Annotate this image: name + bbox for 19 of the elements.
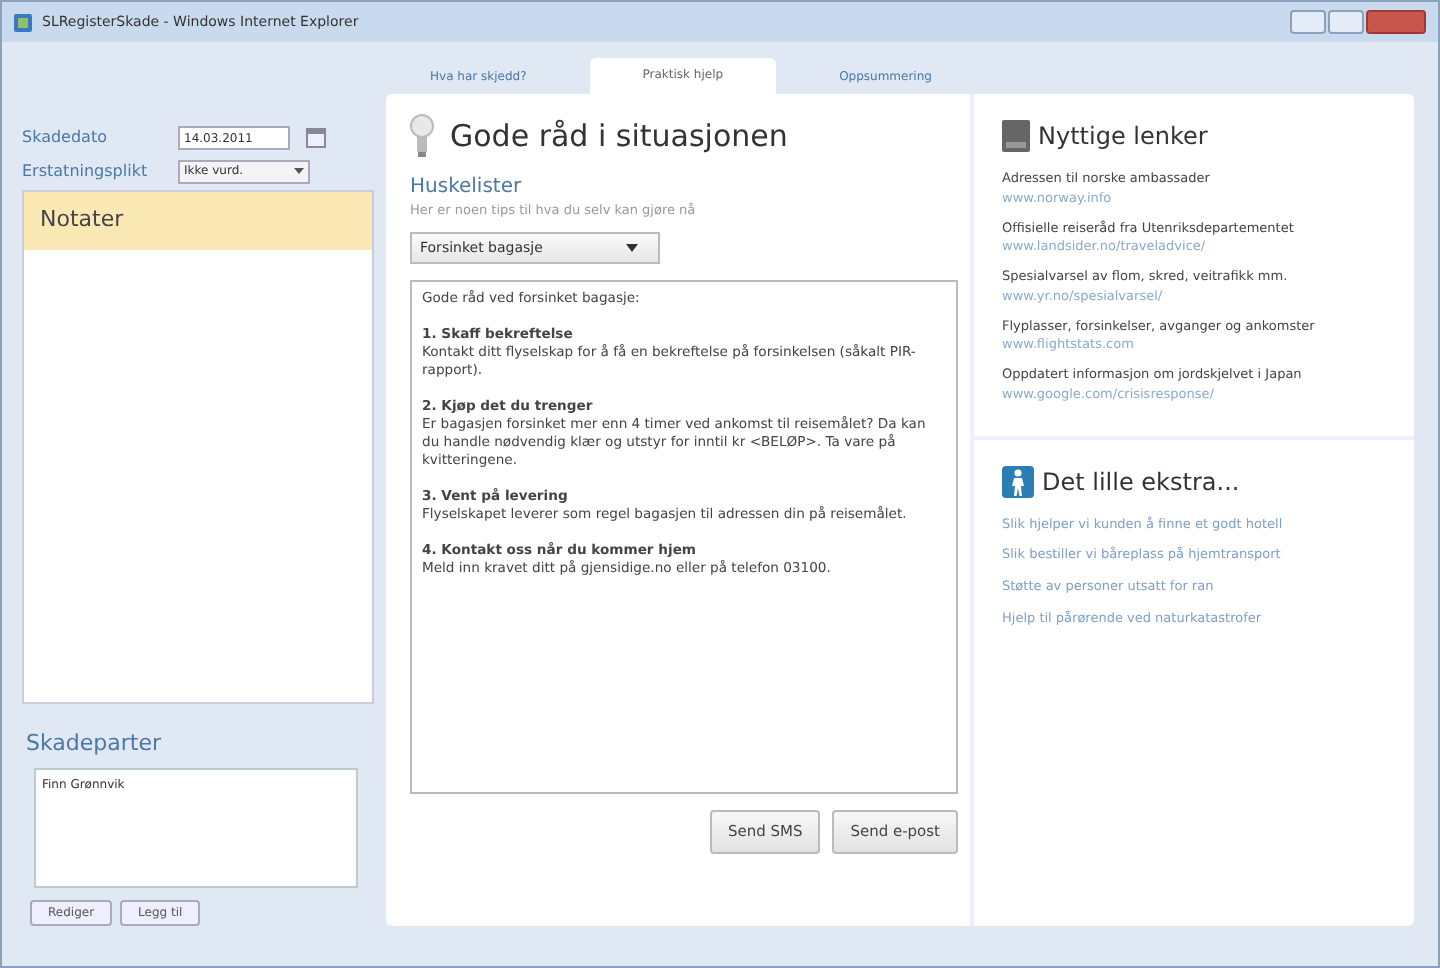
advice-text-area[interactable] — [410, 280, 958, 795]
section-title: Det lille ekstra... — [1042, 465, 1240, 499]
person-icon — [1002, 465, 1034, 497]
caret-icon — [294, 168, 304, 174]
section-title: Gode råd i situasjonen — [450, 116, 788, 158]
notes-header: Notater — [24, 192, 372, 249]
maximize-button[interactable] — [1328, 10, 1364, 34]
field-label: Skadedato — [22, 125, 109, 149]
section-title: Skadeparter — [26, 727, 163, 759]
subtitle: Huskelister — [410, 173, 524, 201]
lightbulb-icon — [410, 114, 434, 159]
close-button[interactable] — [1366, 10, 1426, 34]
field-label: Erstatningsplikt — [22, 159, 150, 183]
section-title: Nyttige lenker — [1038, 120, 1208, 154]
calendar-icon[interactable] — [306, 127, 326, 147]
minimize-button[interactable] — [1290, 10, 1326, 34]
browser-icon — [14, 13, 32, 31]
caret-icon — [626, 244, 638, 253]
document-icon — [1002, 120, 1030, 152]
